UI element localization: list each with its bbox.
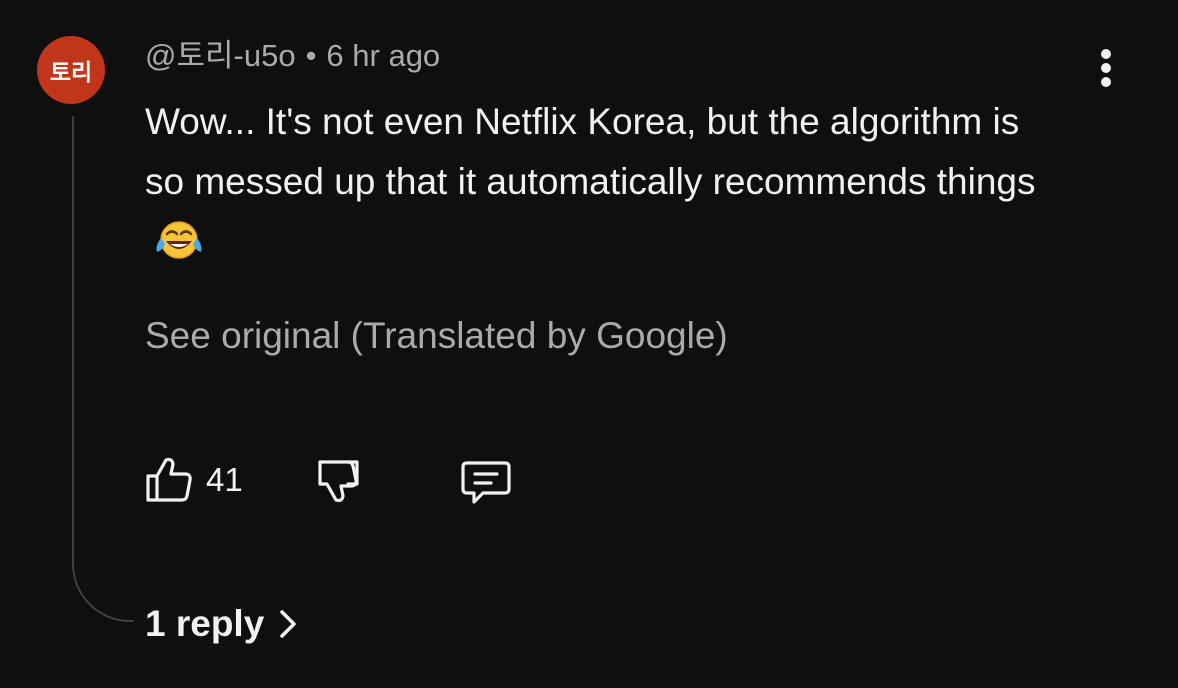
author-handle[interactable]: @토리-u5o <box>145 38 296 73</box>
like-count: 41 <box>206 461 243 498</box>
more-vertical-icon <box>1101 49 1111 87</box>
thumb-up-icon <box>146 457 192 502</box>
chevron-right-icon <box>278 604 298 652</box>
thumb-down-icon <box>318 460 359 503</box>
comment-body: Wow... It's not even Netflix Korea, but … <box>145 92 1065 278</box>
view-replies-button[interactable]: 1 reply <box>145 600 298 652</box>
meta-separator: • <box>305 38 317 73</box>
avatar[interactable]: 토리 <box>37 36 105 104</box>
see-original-translation-link[interactable]: See original (Translated by Google) <box>145 314 728 358</box>
avatar-initials: 토리 <box>49 60 93 86</box>
comment-thread: 토리 @토리-u5o • 6 hr ago Wow... It's not even… <box>0 0 1178 688</box>
reply-button[interactable] <box>458 454 514 510</box>
comment-timestamp[interactable]: 6 hr ago <box>326 38 440 73</box>
replies-label: 1 reply <box>145 603 265 644</box>
face-with-tears-of-joy-emoji <box>153 218 205 278</box>
more-options-button[interactable] <box>1092 48 1120 92</box>
comment-header: @토리-u5o • 6 hr ago <box>145 38 440 74</box>
comment-text: Wow... It's not even Netflix Korea, but … <box>145 101 1036 202</box>
dislike-button[interactable] <box>312 454 368 510</box>
like-button[interactable] <box>142 452 198 508</box>
thread-connector-line <box>72 116 134 622</box>
comment-bubble-icon <box>461 461 511 504</box>
